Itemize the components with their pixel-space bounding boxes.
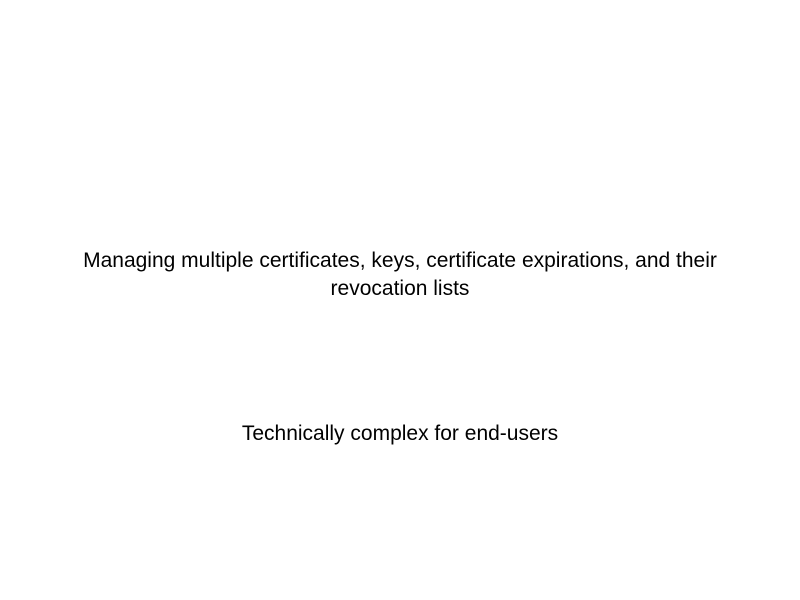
slide-text-line-1: Managing multiple certificates, keys, ce… — [60, 247, 740, 304]
slide-text-line-2: Technically complex for end-users — [60, 422, 740, 446]
